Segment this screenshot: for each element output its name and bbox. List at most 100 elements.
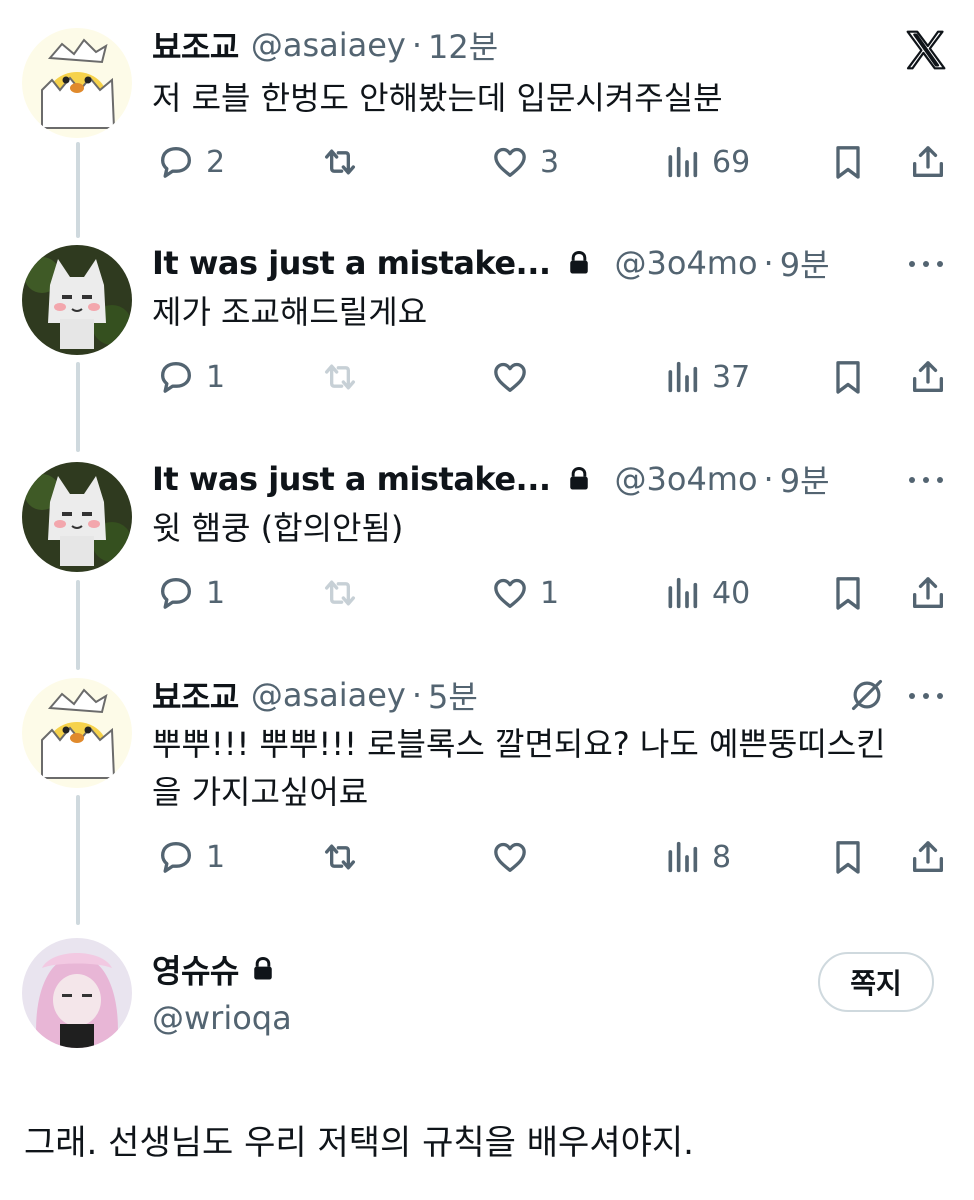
thread-line xyxy=(76,580,80,670)
more-options-icon[interactable] xyxy=(906,470,946,490)
bookmark-icon xyxy=(836,577,860,610)
timestamp[interactable]: 9분 xyxy=(780,456,830,502)
display-name[interactable]: 뵤조교 xyxy=(152,672,239,718)
reply-button[interactable]: 2 xyxy=(156,137,225,187)
bookmark-button[interactable] xyxy=(828,832,868,882)
tweet-text-line-2: 을 가지고싶어료 xyxy=(152,773,369,811)
reply-icon xyxy=(161,578,191,609)
avatar[interactable] xyxy=(22,678,132,788)
more-options-icon[interactable] xyxy=(906,686,946,706)
retweet-icon xyxy=(325,149,355,175)
tweet-header: It was just a mistake... @3o4mo · 9분 xyxy=(152,456,830,502)
bookmark-button[interactable] xyxy=(828,137,868,187)
reply-button[interactable]: 1 xyxy=(156,568,225,618)
analytics-icon xyxy=(668,146,698,178)
reply-icon xyxy=(161,362,191,393)
tweet-actions: 1 8 xyxy=(152,832,952,882)
thread-line xyxy=(76,142,80,238)
analytics-icon xyxy=(668,577,698,609)
like-button[interactable]: 3 xyxy=(490,137,559,187)
retweet-icon xyxy=(325,580,355,606)
lock-icon xyxy=(569,467,588,490)
like-count: 3 xyxy=(540,144,560,180)
retweet-icon xyxy=(325,844,355,870)
lock-icon xyxy=(254,957,272,980)
timestamp[interactable]: 5분 xyxy=(428,672,478,718)
reply-count: 1 xyxy=(206,575,226,611)
view-count: 37 xyxy=(712,359,751,395)
like-button[interactable]: 1 xyxy=(490,568,559,618)
tweet-actions: 2 3 69 xyxy=(152,137,952,187)
reply-count: 1 xyxy=(206,359,226,395)
bookmark-icon xyxy=(836,361,860,394)
display-name[interactable]: It was just a mistake... xyxy=(152,460,551,498)
tweet-text: 제가 조교해드릴게요 xyxy=(152,293,428,331)
tweet-header: 뵤조교 @asaiaey · 5분 xyxy=(152,672,478,718)
bookmark-icon xyxy=(836,841,860,874)
reply-icon xyxy=(161,842,191,873)
views-button[interactable]: 40 xyxy=(662,568,750,618)
separator-dot: · xyxy=(411,26,423,64)
main-tweet-text: 그래. 선생님도 우리 저택의 규칙을 배우셔야지. xyxy=(24,1123,694,1163)
thread-line xyxy=(76,362,80,452)
avatar[interactable] xyxy=(22,462,132,572)
tweet-actions: 1 1 40 xyxy=(152,568,952,618)
display-name[interactable]: 영슈슈 xyxy=(152,946,239,992)
grok-icon[interactable] xyxy=(848,676,886,714)
retweet-icon xyxy=(325,364,355,390)
heart-icon xyxy=(494,578,526,608)
heart-icon xyxy=(494,842,526,872)
reply-count: 1 xyxy=(206,839,226,875)
timestamp[interactable]: 12분 xyxy=(428,22,498,68)
share-button[interactable] xyxy=(908,137,948,187)
timestamp[interactable]: 9분 xyxy=(780,240,830,286)
bookmark-button[interactable] xyxy=(828,568,868,618)
like-button[interactable] xyxy=(490,352,530,402)
views-button[interactable]: 37 xyxy=(662,352,750,402)
view-count: 40 xyxy=(712,575,751,611)
profile-handle[interactable]: @wrioqa xyxy=(152,994,292,1042)
bookmark-button[interactable] xyxy=(828,352,868,402)
tweet-actions: 1 37 xyxy=(152,352,952,402)
reply-icon xyxy=(161,147,191,178)
tweet-header: 뵤조교 @asaiaey · 12분 xyxy=(152,22,498,68)
retweet-button[interactable] xyxy=(320,832,360,882)
avatar[interactable] xyxy=(22,938,132,1048)
share-button[interactable] xyxy=(908,568,948,618)
direct-message-button[interactable]: 쪽지 xyxy=(818,952,934,1012)
avatar[interactable] xyxy=(22,245,132,355)
views-button[interactable]: 8 xyxy=(662,832,731,882)
retweet-button-disabled xyxy=(320,568,360,618)
share-icon xyxy=(913,146,943,177)
handle[interactable]: @asaiaey xyxy=(251,676,406,714)
share-button[interactable] xyxy=(908,352,948,402)
views-button[interactable]: 69 xyxy=(662,137,750,187)
profile-header: 영슈슈 xyxy=(152,946,287,992)
more-options-icon[interactable] xyxy=(906,254,946,274)
separator-dot: · xyxy=(411,676,423,714)
reply-button[interactable]: 1 xyxy=(156,352,225,402)
heart-icon xyxy=(494,362,526,392)
bookmark-icon xyxy=(836,146,860,179)
separator-dot: · xyxy=(763,460,774,498)
display-name[interactable]: 뵤조교 xyxy=(152,22,239,68)
like-button[interactable] xyxy=(490,832,530,882)
share-icon xyxy=(913,577,943,608)
retweet-button[interactable] xyxy=(320,137,360,187)
analytics-icon xyxy=(668,841,698,873)
analytics-icon xyxy=(668,361,698,393)
handle[interactable]: @asaiaey xyxy=(251,26,406,64)
handle[interactable]: @3o4mo xyxy=(615,244,758,282)
reply-count: 2 xyxy=(206,144,226,180)
tweet-text: 저 로블 한벙도 안해봤는데 입문시켜주실분 xyxy=(152,79,723,117)
tweet-text: 윗 햄쿵 (합의안됨) xyxy=(152,509,404,547)
reply-button[interactable]: 1 xyxy=(156,832,225,882)
display-name[interactable]: It was just a mistake... xyxy=(152,244,551,282)
handle[interactable]: @3o4mo xyxy=(615,460,758,498)
like-count: 1 xyxy=(540,575,560,611)
tweet-header: It was just a mistake... @3o4mo · 9분 xyxy=(152,240,830,286)
share-icon xyxy=(913,361,943,392)
separator-dot: · xyxy=(763,244,774,282)
share-button[interactable] xyxy=(908,832,948,882)
avatar[interactable] xyxy=(22,28,132,138)
